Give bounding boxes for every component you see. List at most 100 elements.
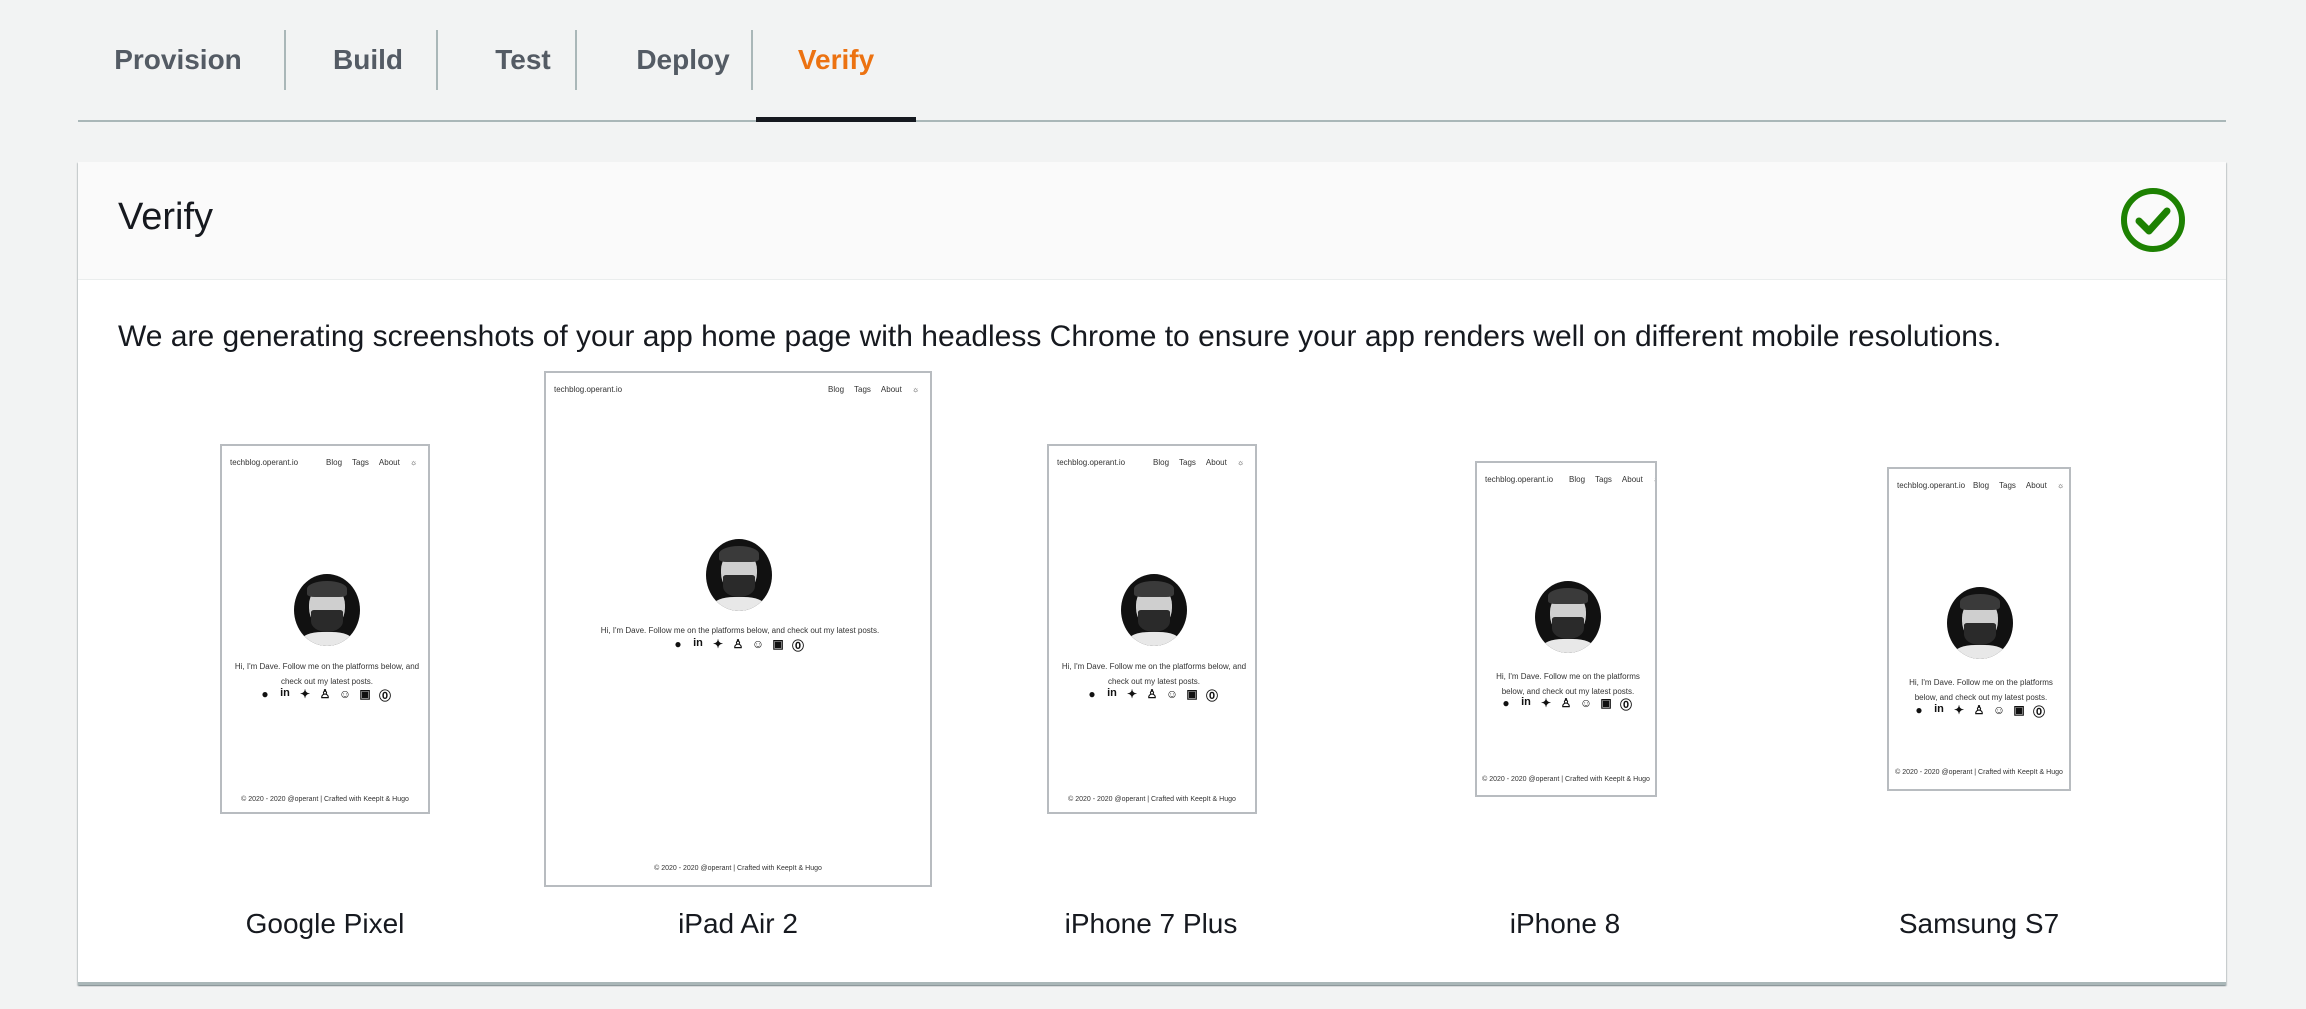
sun-icon: ☼ (2056, 481, 2065, 490)
site-bio: Hi, I'm Dave. Follow me on the platforms… (600, 626, 880, 635)
device-screenshot[interactable]: techblog.operant.io Blog Tags About ☼ Hi, I'm… (1047, 444, 1257, 814)
sun-icon: ☼ (1653, 475, 1655, 484)
site-footer: © 2020 - 2020 @operant | Crafted with Ke… (1482, 776, 1650, 783)
github-icon: ● (1088, 687, 1096, 701)
twitter-icon: ✦ (712, 637, 724, 651)
site-footer: © 2020 - 2020 @operant | Crafted with Ke… (1895, 769, 2063, 776)
site-nav-item: About (2025, 481, 2047, 490)
keybase-icon: ♙ (1146, 687, 1158, 701)
tab-separator (575, 30, 577, 90)
tab-build[interactable]: Build (318, 0, 418, 120)
site-nav: Blog Tags About ☼ (326, 458, 417, 467)
stackshare-icon: ▣ (1600, 696, 1612, 710)
sun-icon: ☼ (1236, 458, 1245, 467)
site-nav-item: Tags (352, 458, 369, 467)
site-nav: Blog Tags About ☼ (1569, 475, 1655, 484)
tab-separator (751, 30, 753, 90)
mastodon-icon: ⓪ (2032, 705, 2045, 719)
avatar (1947, 587, 2013, 659)
stackshare-icon: ▣ (2013, 703, 2025, 717)
site-footer: © 2020 - 2020 @operant | Crafted with Ke… (654, 865, 822, 872)
avatar (294, 574, 360, 646)
linkedin-icon: in (1107, 687, 1117, 699)
site-title: techblog.operant.io (1897, 481, 1966, 490)
site-footer: © 2020 - 2020 @operant | Crafted with Ke… (1068, 796, 1236, 803)
device-name-label: iPhone 7 Plus (1064, 908, 1238, 939)
github-icon: ● (261, 687, 269, 701)
panel-title: Verify (118, 196, 214, 238)
social-icons: ● in ✦ ♙ ☺ ▣ ⓪ (1477, 696, 1655, 713)
keybase-icon: ♙ (1560, 696, 1572, 710)
site-nav-item: Tags (1179, 458, 1196, 467)
social-icons: ● in ✦ ♙ ☺ ▣ ⓪ (546, 637, 930, 654)
mastodon-icon: ⓪ (1619, 698, 1632, 712)
site-nav-item: About (1205, 458, 1227, 467)
github-icon: ● (1915, 703, 1923, 717)
linkedin-icon: in (693, 637, 703, 649)
device-screenshot[interactable]: techblog.operant.io Blog Tags About ☼ Hi, I'm… (1475, 461, 1657, 797)
site-nav: Blog Tags About ☼ (1153, 458, 1244, 467)
sun-icon: ☼ (911, 385, 920, 394)
site-title: techblog.operant.io (1485, 475, 1554, 484)
device-name-label: iPhone 8 (1509, 908, 1621, 939)
site-nav: Blog Tags About ☼ (1973, 481, 2064, 490)
device-name-label: Samsung S7 (1898, 908, 2060, 939)
twitter-icon: ✦ (1540, 696, 1552, 710)
reddit-icon: ☺ (1992, 703, 2006, 717)
site-nav-item: About (378, 458, 400, 467)
tab-bar: Provision Build Test Deploy Verify (78, 0, 2226, 122)
site-nav-item: Blog (1973, 481, 1990, 490)
twitter-icon: ✦ (299, 687, 311, 701)
tab-test[interactable]: Test (468, 0, 578, 120)
tab-provision[interactable]: Provision (108, 0, 248, 120)
site-footer: © 2020 - 2020 @operant | Crafted with Ke… (241, 796, 409, 803)
panel-header: Verify (78, 162, 2226, 280)
tab-verify[interactable]: Verify (756, 0, 916, 122)
sun-icon: ☼ (409, 458, 418, 467)
device-name-label: iPad Air 2 (678, 908, 798, 939)
github-icon: ● (1502, 696, 1510, 710)
reddit-icon: ☺ (1165, 687, 1179, 701)
tab-separator (284, 30, 286, 90)
panel-description: We are generating screenshots of your ap… (118, 320, 2002, 353)
linkedin-icon: in (280, 687, 290, 699)
keybase-icon: ♙ (732, 637, 744, 651)
site-bio: Hi, I'm Dave. Follow me on the platforms… (1061, 662, 1247, 686)
device-screenshot[interactable]: techblog.operant.io Blog Tags About ☼ Hi, I'm… (544, 371, 932, 887)
social-icons: ● in ✦ ♙ ☺ ▣ ⓪ (1889, 703, 2069, 720)
avatar (1535, 581, 1601, 653)
check-circle-icon (2121, 188, 2185, 252)
social-icons: ● in ✦ ♙ ☺ ▣ ⓪ (1049, 687, 1255, 704)
site-title: techblog.operant.io (1057, 458, 1126, 467)
site-title: techblog.operant.io (554, 385, 623, 394)
site-nav-item: Tags (854, 385, 871, 394)
linkedin-icon: in (1521, 696, 1531, 708)
site-nav-item: Blog (326, 458, 343, 467)
twitter-icon: ✦ (1126, 687, 1138, 701)
reddit-icon: ☺ (338, 687, 352, 701)
tab-deploy[interactable]: Deploy (608, 0, 758, 120)
tab-separator (436, 30, 438, 90)
device-name-label: Google Pixel (245, 908, 405, 939)
mastodon-icon: ⓪ (378, 689, 391, 703)
site-nav-item: Tags (1999, 481, 2016, 490)
mastodon-icon: ⓪ (1205, 689, 1218, 703)
avatar (706, 539, 772, 611)
stackshare-icon: ▣ (772, 637, 784, 651)
site-bio: Hi, I'm Dave. Follow me on the platforms… (234, 662, 420, 686)
avatar (1121, 574, 1187, 646)
device-screenshot[interactable]: techblog.operant.io Blog Tags About ☼ Hi, I'm… (1887, 467, 2071, 791)
stackshare-icon: ▣ (1186, 687, 1198, 701)
site-nav-item: Blog (828, 385, 845, 394)
reddit-icon: ☺ (1579, 696, 1593, 710)
device-screenshot[interactable]: techblog.operant.io Blog Tags About ☼ Hi, I'm… (220, 444, 430, 814)
github-icon: ● (674, 637, 682, 651)
keybase-icon: ♙ (319, 687, 331, 701)
reddit-icon: ☺ (751, 637, 765, 651)
twitter-icon: ✦ (1953, 703, 1965, 717)
social-icons: ● in ✦ ♙ ☺ ▣ ⓪ (222, 687, 428, 704)
site-nav: Blog Tags About ☼ (828, 385, 919, 394)
mastodon-icon: ⓪ (791, 639, 804, 653)
site-bio: Hi, I'm Dave. Follow me on the platforms… (1909, 678, 2053, 702)
site-nav-item: Blog (1153, 458, 1170, 467)
